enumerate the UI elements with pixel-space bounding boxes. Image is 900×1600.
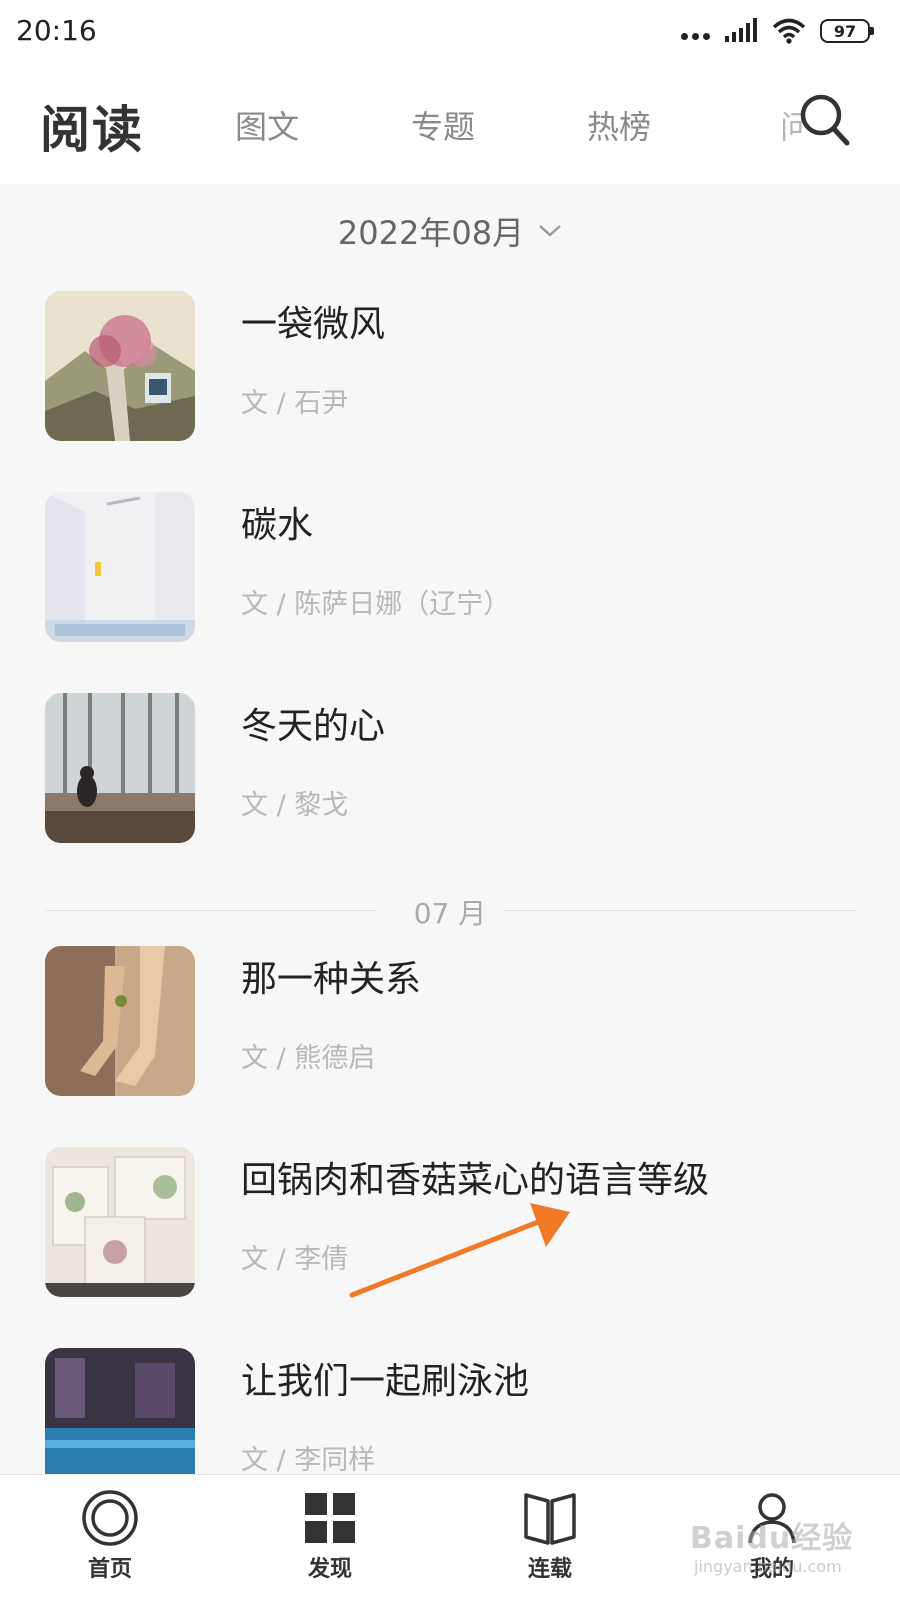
month-picker[interactable]: 2022年08月 bbox=[0, 206, 900, 256]
watermark-url: jingyan.baidu.com bbox=[694, 1557, 842, 1576]
article-author: 文 / 李倩 bbox=[241, 1244, 349, 1275]
article-title: 碳水 bbox=[241, 505, 314, 546]
grid-icon bbox=[305, 1493, 355, 1543]
article-item[interactable]: 一袋微风 文 / 石尹 bbox=[45, 291, 860, 441]
status-bar: 20:16 97 bbox=[0, 0, 900, 62]
article-item[interactable]: 冬天的心 文 / 黎戈 bbox=[45, 693, 860, 843]
wifi-icon bbox=[772, 18, 806, 44]
top-header: 阅读 图文 专题 热榜 问答 bbox=[0, 62, 900, 184]
article-thumbnail bbox=[45, 1147, 195, 1297]
battery-icon: 97 bbox=[820, 19, 874, 43]
chevron-down-icon bbox=[539, 225, 561, 237]
home-ring-icon bbox=[82, 1490, 138, 1546]
watermark-logo: Baidu经验 bbox=[690, 1521, 854, 1556]
article-thumbnail bbox=[45, 946, 195, 1096]
article-thumbnail bbox=[45, 291, 195, 441]
article-thumbnail bbox=[45, 693, 195, 843]
article-item[interactable]: 那一种关系 文 / 熊德启 bbox=[45, 946, 860, 1096]
search-button[interactable] bbox=[798, 92, 852, 148]
more-dots-icon bbox=[681, 32, 710, 40]
bottom-nav: 首页 发现 连载 我的 Baidu经验 jingyan.baidu.com bbox=[0, 1474, 900, 1600]
article-author: 文 / 陈萨日娜（辽宁） bbox=[241, 589, 511, 620]
month-divider: 07 月 bbox=[45, 890, 855, 930]
nav-item-serial[interactable]: 连载 bbox=[490, 1475, 610, 1600]
article-author: 文 / 熊德启 bbox=[241, 1043, 376, 1074]
nav-label: 发现 bbox=[307, 1557, 352, 1582]
article-title: 一袋微风 bbox=[241, 304, 386, 345]
tab-hot-list[interactable]: 热榜 bbox=[587, 102, 651, 148]
nav-item-home[interactable]: 首页 bbox=[50, 1475, 170, 1600]
article-author: 文 / 李同样 bbox=[241, 1445, 376, 1476]
article-title: 冬天的心 bbox=[241, 706, 386, 747]
article-title: 回锅肉和香菇菜心的语言等级 bbox=[241, 1160, 710, 1201]
article-title: 那一种关系 bbox=[241, 959, 422, 1000]
article-author: 文 / 石尹 bbox=[241, 388, 349, 419]
article-author: 文 / 黎戈 bbox=[241, 790, 349, 821]
article-title: 让我们一起刷泳池 bbox=[241, 1361, 530, 1402]
month-label: 2022年08月 bbox=[337, 214, 525, 252]
nav-item-discover[interactable]: 发现 bbox=[270, 1475, 390, 1600]
tab-topics[interactable]: 专题 bbox=[411, 102, 475, 148]
search-icon bbox=[800, 94, 850, 146]
nav-label: 连载 bbox=[527, 1557, 572, 1582]
book-icon bbox=[524, 1493, 576, 1545]
page-title: 阅读 bbox=[40, 101, 144, 159]
tab-graphic-text[interactable]: 图文 bbox=[235, 102, 299, 148]
article-item[interactable]: 碳水 文 / 陈萨日娜（辽宁） bbox=[45, 492, 860, 642]
status-time: 20:16 bbox=[16, 14, 97, 47]
article-item[interactable]: 回锅肉和香菇菜心的语言等级 文 / 李倩 bbox=[45, 1147, 860, 1297]
divider-label: 07 月 bbox=[413, 897, 487, 930]
article-thumbnail bbox=[45, 492, 195, 642]
nav-label: 首页 bbox=[87, 1557, 132, 1582]
divider-line-right bbox=[505, 910, 855, 911]
status-indicators: 97 bbox=[681, 14, 874, 48]
signal-icon bbox=[725, 18, 757, 42]
